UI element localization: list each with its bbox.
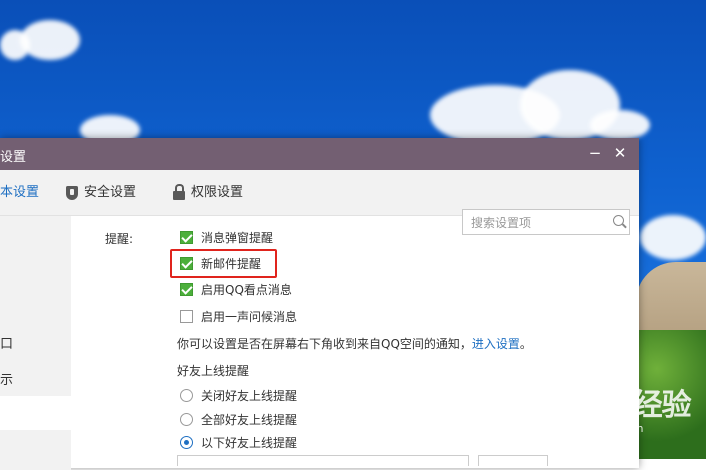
sidebar-item-bg[interactable] <box>0 430 71 470</box>
tab-label: 本设置 <box>0 185 40 200</box>
minimize-button[interactable]: − <box>586 144 604 162</box>
watermark-url: jingyan.baidu.com <box>542 422 644 435</box>
tab-label: 权限设置 <box>191 185 244 200</box>
cloud <box>0 30 30 60</box>
friend-online-heading: 好友上线提醒 <box>177 364 250 378</box>
reminder-label: 提醒: <box>105 232 134 246</box>
baidu-watermark: Baidu 经验 jingyan.baidu.com <box>532 380 702 440</box>
watermark-logo: Baidu 经验 <box>532 388 692 423</box>
radio-unselected[interactable] <box>180 389 193 402</box>
checkbox-checked[interactable] <box>180 231 193 244</box>
left-nav: 口 示 <box>0 216 71 396</box>
title-bar[interactable]: 设置 − ✕ <box>0 138 639 170</box>
checkbox-checked[interactable] <box>180 283 193 296</box>
friend-list-button[interactable] <box>478 455 548 466</box>
option-label: 以下好友上线提醒 <box>201 436 298 450</box>
option-label: 消息弹窗提醒 <box>201 231 274 245</box>
shield-icon <box>66 185 78 200</box>
tab-security-settings[interactable]: 安全设置 <box>66 170 136 215</box>
tab-bar: 本设置 安全设置 权限设置 <box>0 170 639 235</box>
window-title: 设置 <box>0 150 27 165</box>
search-icon[interactable] <box>613 215 624 226</box>
friend-list-field[interactable] <box>177 455 469 466</box>
lock-icon <box>173 184 185 200</box>
tab-basic-settings[interactable]: 本设置 <box>0 170 39 215</box>
search-input[interactable] <box>469 213 603 233</box>
option-label: 启用一声问候消息 <box>201 310 298 324</box>
notice-end: 。 <box>519 337 532 351</box>
cloud <box>590 110 650 140</box>
qzone-notice: 你可以设置是否在屏幕右下角收到来自QQ空间的通知，进入设置。 <box>177 335 532 352</box>
checkbox-unchecked[interactable] <box>180 310 193 323</box>
search-box[interactable] <box>462 209 630 235</box>
radio-selected[interactable] <box>180 436 193 449</box>
tab-permission-settings[interactable]: 权限设置 <box>173 170 243 215</box>
option-label: 启用QQ看点消息 <box>201 283 292 297</box>
sidebar-item[interactable]: 口 <box>0 333 13 352</box>
radio-unselected[interactable] <box>180 413 193 426</box>
cloud <box>640 215 706 260</box>
highlight-box <box>170 249 277 278</box>
notice-text: 你可以设置是否在屏幕右下角收到来自QQ空间的通知， <box>177 337 472 351</box>
sidebar-item[interactable]: 示 <box>0 369 13 388</box>
close-button[interactable]: ✕ <box>611 144 629 162</box>
option-label: 关闭好友上线提醒 <box>201 389 298 403</box>
option-label: 全部好友上线提醒 <box>201 413 298 427</box>
enter-settings-link[interactable]: 进入设置 <box>472 337 520 351</box>
tab-label: 安全设置 <box>84 185 137 200</box>
